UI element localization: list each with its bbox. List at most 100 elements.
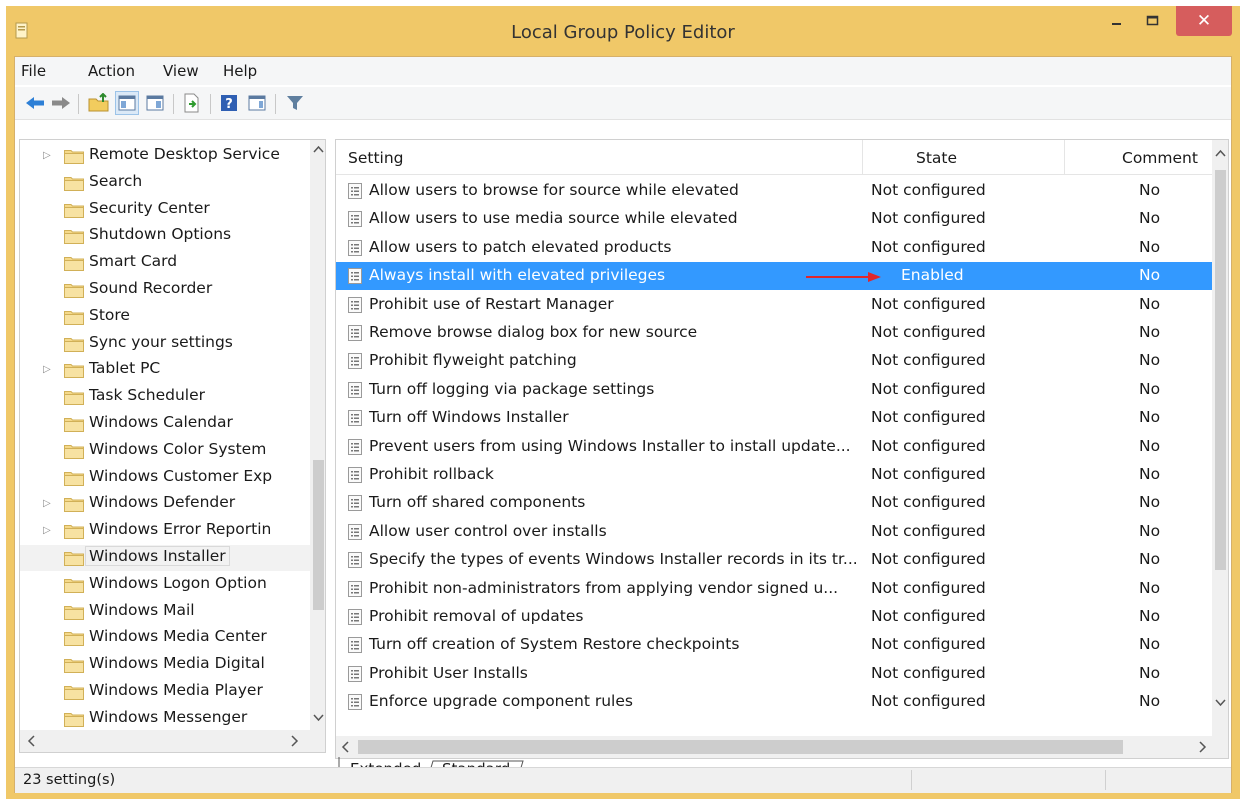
maximize-button[interactable] [1134,6,1172,36]
policy-setting-icon [348,353,362,370]
tree-item[interactable]: Task Scheduler [20,384,310,410]
scroll-right-icon[interactable] [286,730,302,752]
scroll-right-icon[interactable] [1194,736,1210,758]
table-row[interactable]: Turn off shared components Not configured… [336,489,1212,517]
tree-item[interactable]: Windows Logon Option [20,572,310,598]
table-row[interactable]: Turn off logging via package settings Not… [336,376,1212,404]
list-horizontal-scrollbar[interactable] [336,736,1212,758]
setting-name: Turn off shared components [369,493,586,512]
column-divider[interactable] [1064,140,1065,174]
close-button[interactable]: ✕ [1176,6,1232,36]
expand-arrow-icon[interactable]: ▷ [43,150,51,161]
forward-icon[interactable] [49,91,73,115]
back-icon[interactable] [23,91,47,115]
tree-vertical-scrollbar[interactable] [310,140,326,730]
title-bar[interactable]: Local Group Policy Editor ✕ [6,6,1240,56]
properties-icon[interactable] [143,91,167,115]
expand-arrow-icon[interactable]: ▷ [43,364,51,375]
setting-comment: No [1139,465,1161,483]
tree-item[interactable]: Windows Media Center [20,625,310,651]
tree-item[interactable]: Shutdown Options [20,223,310,249]
tree-item[interactable]: Search [20,170,310,196]
setting-comment: No [1139,323,1161,341]
tree-item[interactable]: Windows Media Player [20,679,310,705]
tree-scroll-thumb[interactable] [313,460,324,610]
tree-item[interactable]: ▷ Tablet PC [20,357,310,383]
table-row[interactable]: Specify the types of events Windows Inst… [336,546,1212,574]
setting-state: Not configured [871,493,986,512]
column-header-setting[interactable]: Setting [348,149,404,167]
settings-list: Setting State Comment Allow users to bro… [335,139,1229,759]
setting-name: Allow users to browse for source while e… [369,181,739,199]
setting-name: Prohibit non-administrators from applyin… [369,578,839,597]
help-icon[interactable]: ? [217,91,241,115]
tree-item[interactable]: Windows Calendar [20,411,310,437]
expand-arrow-icon[interactable]: ▷ [43,498,51,509]
column-header-comment[interactable]: Comment [1122,149,1198,167]
tree-item[interactable]: Smart Card [20,250,310,276]
menu-help[interactable]: Help [223,62,257,80]
list-scroll-thumb[interactable] [358,740,1123,754]
column-header-state[interactable]: State [916,149,957,167]
table-row[interactable]: Turn off creation of System Restore chec… [336,631,1212,659]
setting-comment: No [1139,692,1161,711]
table-row[interactable]: Always install with elevated privileges E… [336,262,1212,291]
menu-view[interactable]: View [163,62,199,80]
table-row[interactable]: Turn off Windows Installer Not configured… [336,404,1212,432]
scroll-down-icon[interactable] [310,710,326,726]
table-row[interactable]: Allow users to use media source while el… [336,205,1212,233]
table-row[interactable]: Prohibit use of Restart Manager Not confi… [336,291,1212,319]
list-vertical-scrollbar[interactable] [1212,140,1229,758]
tree-item[interactable]: Sync your settings [20,331,310,357]
folder-icon [64,631,84,647]
menu-file[interactable]: File [21,62,46,80]
scroll-left-icon[interactable] [24,730,40,752]
folder-icon [64,685,84,700]
tree-item[interactable]: Windows Installer [20,545,310,571]
table-row[interactable]: Prohibit flyweight patching Not configure… [336,347,1212,375]
setting-comment: No [1139,578,1161,597]
table-row[interactable]: Prohibit rollback Not configured No [336,461,1212,489]
list-scroll-thumb[interactable] [1215,170,1226,570]
table-row[interactable]: Enforce upgrade component rules Not confi… [336,688,1212,716]
setting-name: Prohibit rollback [369,465,494,483]
tree-item[interactable]: ▷ Remote Desktop Service [20,143,310,169]
status-divider [1105,770,1106,790]
tree-item-label: Windows Media Center [89,627,267,646]
tree-item[interactable]: Security Center [20,197,310,223]
menu-action[interactable]: Action [88,62,135,80]
scroll-left-icon[interactable] [338,736,354,758]
filter-icon[interactable] [283,91,307,115]
tree-item[interactable]: Windows Customer Exp [20,465,310,491]
tree-item[interactable]: ▷ Windows Error Reportin [20,518,310,544]
table-row[interactable]: Allow users to patch elevated products No… [336,234,1212,262]
table-row[interactable]: Prohibit User Installs Not configured No [336,660,1212,688]
tree-item[interactable]: Windows Media Digital [20,652,310,678]
tree-item[interactable]: Windows Messenger [20,706,310,732]
tree-item[interactable]: Windows Color System [20,438,310,464]
column-divider[interactable] [862,140,863,174]
export-list-icon[interactable] [180,91,204,115]
table-row[interactable]: Remove browse dialog box for new source N… [336,319,1212,347]
expand-arrow-icon[interactable]: ▷ [43,525,51,536]
up-folder-icon[interactable] [87,91,111,115]
table-row[interactable]: Allow user control over installs Not conf… [336,518,1212,546]
tree-horizontal-scrollbar[interactable] [20,730,325,752]
show-hide-tree-icon[interactable] [115,91,139,115]
setting-state: Enabled [901,266,964,285]
tree-item[interactable]: ▷ Windows Defender [20,491,310,517]
scroll-up-icon[interactable] [310,142,326,158]
minimize-button[interactable] [1100,6,1134,36]
table-row[interactable]: Prohibit removal of updates Not configure… [336,603,1212,631]
table-row[interactable]: Allow users to browse for source while e… [336,177,1212,205]
scroll-down-icon[interactable] [1212,695,1229,711]
tree-item[interactable]: Sound Recorder [20,277,310,303]
policy-setting-icon [348,523,362,540]
table-row[interactable]: Prohibit non-administrators from applyin… [336,575,1212,603]
setting-state: Not configured [871,209,986,228]
tree-item[interactable]: Store [20,304,310,330]
show-hide-action-pane-icon[interactable] [245,91,269,115]
tree-item[interactable]: Windows Mail [20,599,310,625]
table-row[interactable]: Prevent users from using Windows Install… [336,433,1212,461]
scroll-up-icon[interactable] [1212,146,1229,162]
